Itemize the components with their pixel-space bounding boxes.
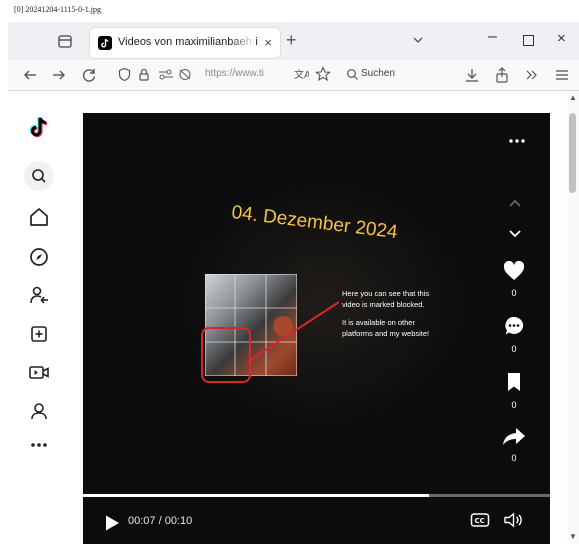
video-caption: Here you can see that this video is mark… — [342, 289, 432, 347]
volume-button[interactable] — [503, 512, 525, 533]
lock-icon[interactable] — [137, 67, 151, 87]
tab-close-icon[interactable]: × — [264, 35, 272, 50]
tab-active[interactable]: Videos von maximilianbaehring × — [90, 28, 280, 58]
pointer-arrow-line — [246, 301, 340, 363]
scroll-down-arrow-icon[interactable]: ▼ — [569, 532, 577, 541]
tab-bar: Videos von maximilianbaehring × + – × — [8, 22, 579, 60]
back-icon[interactable] — [22, 67, 38, 88]
heart-icon — [503, 260, 525, 280]
search-icon — [346, 68, 359, 86]
new-tab-button[interactable]: + — [286, 30, 297, 51]
captions-icon: CC — [470, 513, 490, 527]
page-scrollbar[interactable] — [567, 91, 579, 544]
downloads-icon[interactable] — [464, 67, 480, 88]
caption-line-2: It is available on other platforms and m… — [342, 318, 430, 338]
more-icon[interactable] — [28, 434, 50, 456]
tab-overflow-chevron-icon[interactable] — [412, 32, 424, 50]
live-icon[interactable] — [28, 361, 50, 383]
tab-list-button[interactable] — [56, 32, 74, 50]
like-count: 0 — [511, 288, 517, 298]
translate-icon[interactable]: 文A — [293, 67, 311, 87]
window-close-button[interactable]: × — [557, 30, 566, 47]
permissions-icon[interactable] — [157, 67, 175, 87]
tab-title-fade — [230, 32, 256, 54]
forward-icon[interactable] — [51, 67, 67, 88]
search-bar[interactable]: Suchen — [342, 63, 442, 87]
comment-icon — [505, 316, 524, 335]
comment-button[interactable]: 0 — [501, 315, 527, 354]
tiktok-logo-icon[interactable] — [28, 116, 50, 138]
tiktok-icon — [98, 36, 112, 50]
share-button[interactable]: 0 — [501, 426, 527, 463]
caption-line-1: Here you can see that this video is mark… — [342, 289, 430, 309]
tracking-shield-icon[interactable] — [117, 67, 132, 87]
window-maximize-button[interactable] — [523, 35, 534, 46]
save-button[interactable]: 0 — [501, 371, 527, 410]
previous-video-chevron-icon[interactable] — [507, 195, 523, 213]
file-caption: [0] 20241204-1115-0-1.jpg — [14, 5, 101, 14]
following-icon[interactable] — [28, 284, 50, 306]
svg-text:CC: CC — [475, 517, 485, 525]
captions-button[interactable]: CC — [470, 512, 490, 533]
home-icon[interactable] — [28, 206, 50, 228]
play-button[interactable] — [103, 514, 121, 537]
play-icon — [106, 515, 119, 531]
profile-icon[interactable] — [28, 400, 50, 422]
overflow-chevrons-icon[interactable] — [524, 67, 540, 88]
upload-icon[interactable] — [28, 323, 50, 345]
explore-icon[interactable] — [28, 246, 50, 268]
bookmark-star-icon[interactable] — [315, 66, 331, 87]
camera-blocked-icon[interactable] — [177, 67, 193, 87]
video-player[interactable]: 04. Dezember 2024 Here you can see that … — [83, 113, 550, 544]
menu-icon[interactable] — [554, 67, 570, 88]
video-more-icon[interactable] — [508, 131, 526, 149]
save-count: 0 — [511, 400, 517, 410]
playback-time: 00:07 / 00:10 — [128, 515, 193, 527]
url-bar[interactable]: https://www.ti 文A — [113, 63, 341, 87]
progress-bar-fill — [83, 494, 429, 497]
like-button[interactable]: 0 — [501, 260, 527, 298]
share-count: 0 — [511, 453, 517, 463]
svg-text:文A: 文A — [294, 68, 309, 81]
search-input[interactable]: Suchen — [361, 68, 395, 79]
volume-icon — [504, 512, 522, 528]
url-text: https://www.ti — [205, 68, 264, 79]
next-video-chevron-icon[interactable] — [507, 226, 523, 244]
bookmark-icon — [508, 373, 520, 391]
tab-list-icon — [58, 35, 72, 48]
page-content: 04. Dezember 2024 Here you can see that … — [8, 91, 567, 544]
search-icon[interactable] — [28, 165, 50, 187]
navigation-bar: https://www.ti 文A Suchen — [8, 60, 579, 91]
share-icon[interactable] — [494, 67, 510, 88]
scroll-up-arrow-icon[interactable]: ▲ — [569, 93, 577, 102]
share-arrow-icon — [503, 428, 525, 445]
window-minimize-button[interactable]: – — [488, 28, 497, 46]
reload-icon[interactable] — [81, 67, 97, 88]
scrollbar-thumb[interactable] — [569, 113, 576, 193]
comment-count: 0 — [511, 344, 517, 354]
